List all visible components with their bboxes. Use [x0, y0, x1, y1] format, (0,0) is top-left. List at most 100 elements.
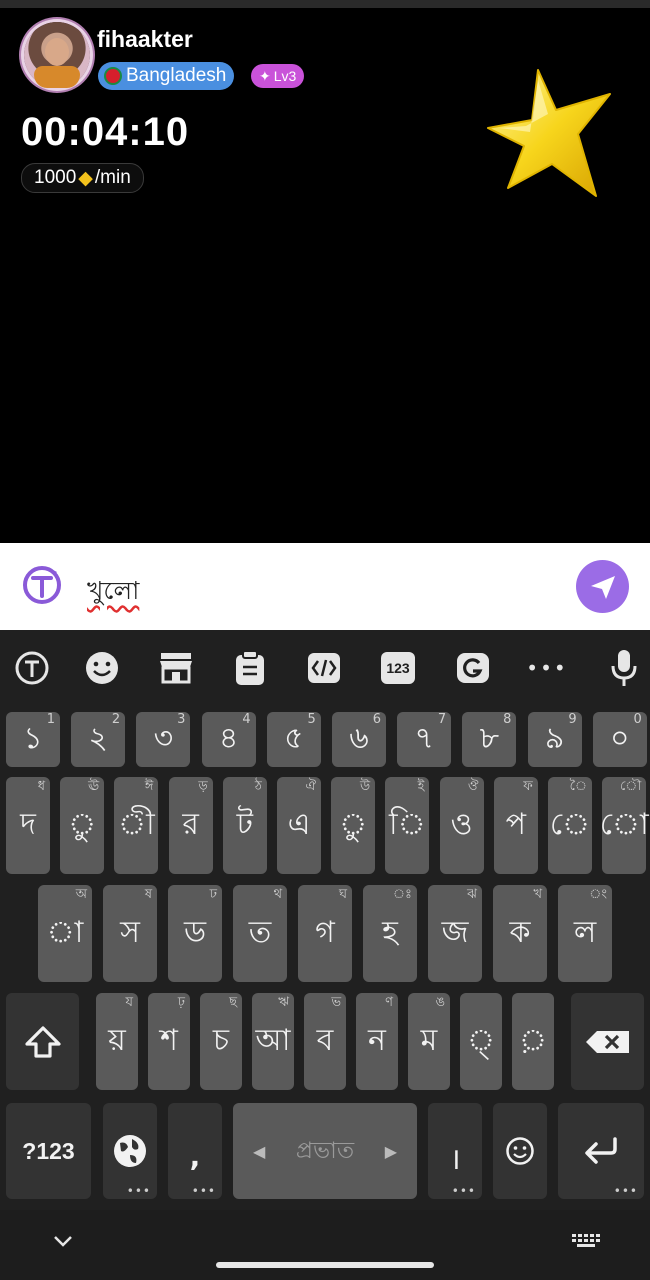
key-hint: 5	[307, 712, 316, 727]
store-icon[interactable]	[154, 646, 198, 690]
left-arrow-icon: ◀	[253, 1141, 266, 1161]
key-hint: ড়	[198, 779, 208, 794]
key-hint: ণ	[385, 995, 393, 1010]
hide-keyboard-icon[interactable]	[48, 1226, 78, 1256]
key-letter[interactable]: ইি	[385, 777, 430, 874]
key-digit-8[interactable]: 9৯	[527, 712, 582, 767]
star-icon[interactable]	[486, 66, 616, 202]
key-label: ৩	[153, 721, 174, 756]
username: fihaakter	[97, 26, 193, 52]
key-label: ্	[466, 1023, 496, 1058]
g-translate-icon[interactable]	[451, 646, 495, 690]
key-label: এ	[287, 807, 311, 842]
key-letter[interactable]: ৈে	[548, 777, 592, 874]
key-digit-7[interactable]: 8৮	[462, 712, 517, 767]
key-hint: ঋ	[278, 995, 289, 1010]
key-letter[interactable]: ঔও	[439, 777, 484, 874]
key-hint: ই	[417, 779, 425, 794]
globe-key[interactable]: •••	[103, 1103, 157, 1199]
space-key[interactable]: ◀ প্রভাত ▶	[233, 1103, 417, 1199]
key-hint: য	[125, 995, 134, 1010]
key-digit-9[interactable]: 0০	[592, 712, 647, 767]
key-label: জ	[441, 915, 469, 950]
space-label: প্রভাত	[295, 1137, 355, 1164]
key-label: ন	[368, 1023, 386, 1058]
key-hint: 3	[177, 712, 186, 727]
enter-key[interactable]: •••	[558, 1103, 644, 1199]
key-letter[interactable]: ছচ	[200, 993, 242, 1090]
key-hint: উ	[360, 779, 371, 794]
key-letter[interactable]: ণন	[356, 993, 398, 1090]
period-key[interactable]: । •••	[428, 1103, 482, 1199]
backspace-key[interactable]	[571, 993, 644, 1090]
key-label: য়	[108, 1023, 126, 1058]
key-letter[interactable]: ষস	[103, 885, 157, 982]
key-letter[interactable]: ভব	[304, 993, 346, 1090]
key-hint: ষ	[144, 887, 152, 902]
clipboard-icon[interactable]	[228, 646, 272, 690]
emoji-icon[interactable]	[80, 646, 124, 690]
key-letter[interactable]: ঝজ	[428, 885, 482, 982]
key-digit-3[interactable]: 4৪	[201, 712, 256, 767]
numpad-icon[interactable]: 123	[376, 646, 420, 690]
key-letter[interactable]: ঢড	[168, 885, 222, 982]
key-digit-0[interactable]: 1১	[6, 712, 60, 767]
key-digit-1[interactable]: 2২	[71, 712, 126, 767]
key-label: ও	[450, 807, 473, 842]
more-icon[interactable]: •••	[525, 646, 569, 690]
call-timer: 00:04:10	[21, 110, 190, 154]
key-hint: ৈ	[569, 779, 587, 794]
key-letter[interactable]: ঋআ	[252, 993, 294, 1090]
key-label: া	[46, 915, 84, 950]
key-label: ৪	[218, 721, 239, 756]
home-indicator[interactable]	[216, 1262, 434, 1268]
key-letter[interactable]: ং ল	[558, 885, 612, 982]
key-letter[interactable]: ঃ হ	[363, 885, 417, 982]
key-letter[interactable]: উু	[331, 777, 376, 874]
key-hint: 6	[372, 712, 381, 727]
key-letter[interactable]: খক	[493, 885, 547, 982]
key-letter[interactable]: ঢ় শ	[148, 993, 190, 1090]
message-input[interactable]: খুলো	[87, 571, 139, 614]
symbols-key[interactable]: ?123	[6, 1103, 91, 1199]
level-badge: ✦ Lv3	[251, 64, 305, 88]
key-hint: থ	[273, 887, 282, 902]
key-letter[interactable]: থত	[233, 885, 287, 982]
key-digit-5[interactable]: 6৬	[332, 712, 386, 767]
text-edit-icon[interactable]	[302, 646, 346, 690]
key-letter[interactable]: ধদ	[6, 777, 50, 874]
key-letter[interactable]: ফপ	[493, 777, 538, 874]
mic-icon[interactable]	[602, 646, 646, 690]
keyboard-switch-icon[interactable]	[568, 1228, 604, 1256]
key-hint: ঈ	[144, 779, 154, 794]
shift-key[interactable]	[6, 993, 79, 1090]
key-hint: খ	[533, 887, 542, 902]
key-letter[interactable]: ়	[512, 993, 554, 1090]
key-letter[interactable]: য য়	[96, 993, 138, 1090]
key-label: ী	[118, 807, 155, 842]
key-label: ৯	[544, 721, 565, 756]
key-letter[interactable]: ঐএ	[277, 777, 321, 874]
key-letter[interactable]: অা	[38, 885, 92, 982]
key-letter[interactable]: ঈী	[114, 777, 159, 874]
key-letter[interactable]: ঊু	[60, 777, 105, 874]
send-button[interactable]	[576, 560, 629, 613]
key-letter[interactable]: ঠট	[222, 777, 267, 874]
key-digit-4[interactable]: 5৫	[266, 712, 321, 767]
key-letter[interactable]: ড় র	[168, 777, 213, 874]
key-letter[interactable]: ঘগ	[298, 885, 352, 982]
comma-key[interactable]: , •••	[168, 1103, 222, 1199]
key-letter[interactable]: ৌো	[600, 777, 649, 874]
avatar[interactable]	[24, 22, 90, 88]
key-hint: ঢ়	[177, 995, 185, 1010]
key-letter[interactable]: ঙম	[408, 993, 450, 1090]
key-digit-2[interactable]: 3৩	[136, 712, 191, 767]
key-label: ি	[389, 807, 426, 842]
key-letter[interactable]: ্	[460, 993, 502, 1090]
key-digit-6[interactable]: 7৭	[397, 712, 452, 767]
comma-label: ,	[189, 1139, 201, 1173]
translate-icon[interactable]	[10, 646, 54, 690]
rate-unit: /min	[94, 167, 131, 188]
emoji-key[interactable]	[493, 1103, 547, 1199]
translate-logo-icon[interactable]	[21, 564, 63, 606]
